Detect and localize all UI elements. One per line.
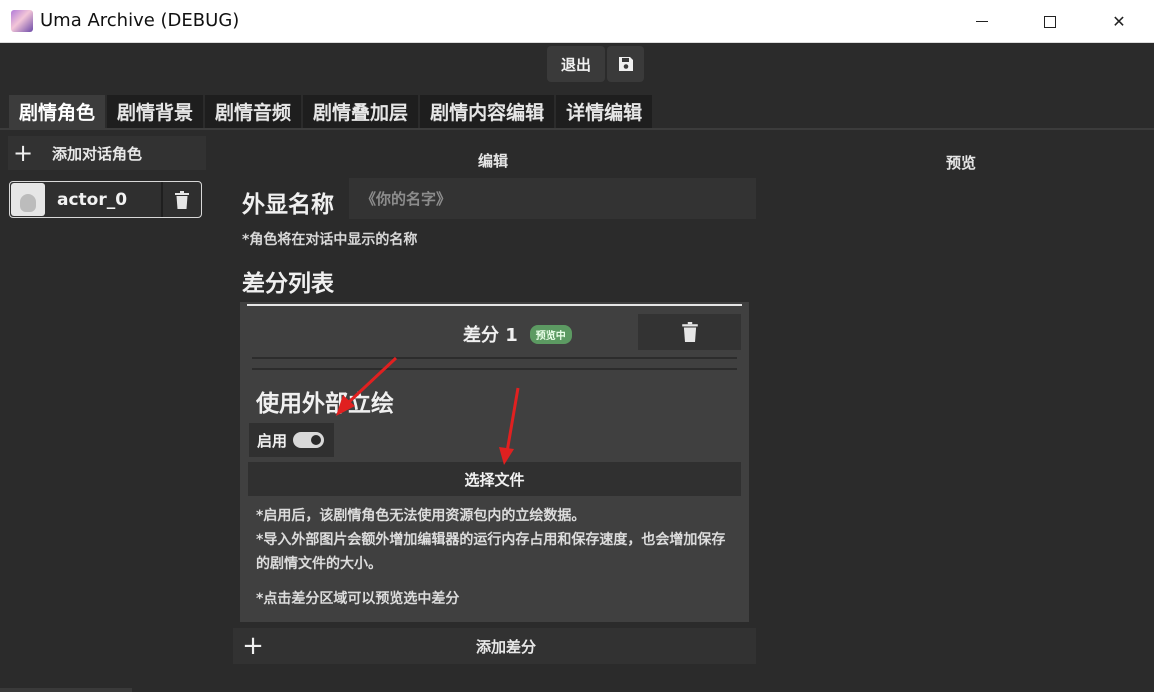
add-role-label: 添加对话角色 (52, 144, 143, 163)
avatar (11, 183, 45, 216)
note-text: *启用后，该剧情角色无法使用资源包内的立绘数据。 (256, 508, 586, 524)
close-button[interactable]: ✕ (1090, 0, 1148, 43)
exit-button[interactable]: 退出 (547, 46, 605, 82)
diff-name: 差分 1 (463, 325, 518, 346)
maximize-icon (1044, 15, 1056, 28)
divider (252, 368, 737, 370)
enable-toggle[interactable] (293, 432, 325, 448)
add-role-button[interactable]: + 添加对话角色 (8, 136, 206, 170)
tab-story-roles[interactable]: 剧情角色 (9, 95, 108, 128)
add-diff-label: 添加差分 (476, 637, 537, 656)
status-badge: 预览中 (529, 324, 572, 344)
external-art-title: 使用外部立绘 (256, 391, 394, 417)
maximize-button[interactable] (1021, 0, 1079, 43)
minimize-button[interactable] (953, 0, 1011, 43)
window-title: Uma Archive (DEBUG) (40, 10, 240, 31)
delete-actor-button[interactable] (161, 182, 201, 217)
actor-list-item[interactable]: actor_0 (9, 181, 202, 218)
tab-bar: 剧情角色 剧情背景 剧情音频 剧情叠加层 剧情内容编辑 详情编辑 (9, 95, 655, 128)
note-text: *导入外部图片会额外增加编辑器的运行内存占用和保存速度，也会增加保存的剧情文件的… (256, 532, 726, 572)
trash-icon (681, 322, 698, 342)
divider (252, 357, 737, 359)
delete-diff-button[interactable] (638, 314, 741, 350)
preview-header: 预览 (946, 154, 977, 172)
diff-list-title: 差分列表 (242, 271, 334, 297)
actor-name: actor_0 (57, 189, 128, 210)
tab-detail-edit[interactable]: 详情编辑 (556, 95, 655, 128)
plus-icon: + (12, 139, 34, 167)
diff-card-divider (247, 304, 742, 306)
tab-story-audio[interactable]: 剧情音频 (205, 95, 304, 128)
trash-icon (175, 190, 189, 209)
display-name-hint: *角色将在对话中显示的名称 (242, 232, 418, 248)
app-icon (11, 10, 33, 32)
tab-story-overlay[interactable]: 剧情叠加层 (303, 95, 421, 128)
save-icon (618, 57, 633, 71)
tab-story-content-edit[interactable]: 剧情内容编辑 (420, 95, 557, 128)
choose-file-button[interactable]: 选择文件 (248, 462, 741, 496)
minimize-icon (976, 21, 988, 22)
save-button[interactable] (607, 46, 644, 82)
sidebar-scrollbar[interactable] (0, 688, 132, 692)
close-icon: ✕ (1112, 12, 1126, 31)
diff-card-header: 差分 1 预览中 (463, 321, 572, 347)
add-diff-button[interactable]: + 添加差分 (233, 628, 756, 664)
display-name-label: 外显名称 (242, 192, 334, 218)
window-title-bar: Uma Archive (DEBUG) ✕ (0, 0, 1154, 43)
enable-toggle-group[interactable]: 启用 (249, 423, 334, 457)
editor-header: 编辑 (478, 152, 509, 170)
tab-story-background[interactable]: 剧情背景 (107, 95, 206, 128)
display-name-input[interactable] (349, 178, 756, 219)
plus-icon: + (242, 631, 264, 661)
note-text: *点击差分区域可以预览选中差分 (256, 591, 460, 607)
enable-label: 启用 (257, 431, 288, 450)
